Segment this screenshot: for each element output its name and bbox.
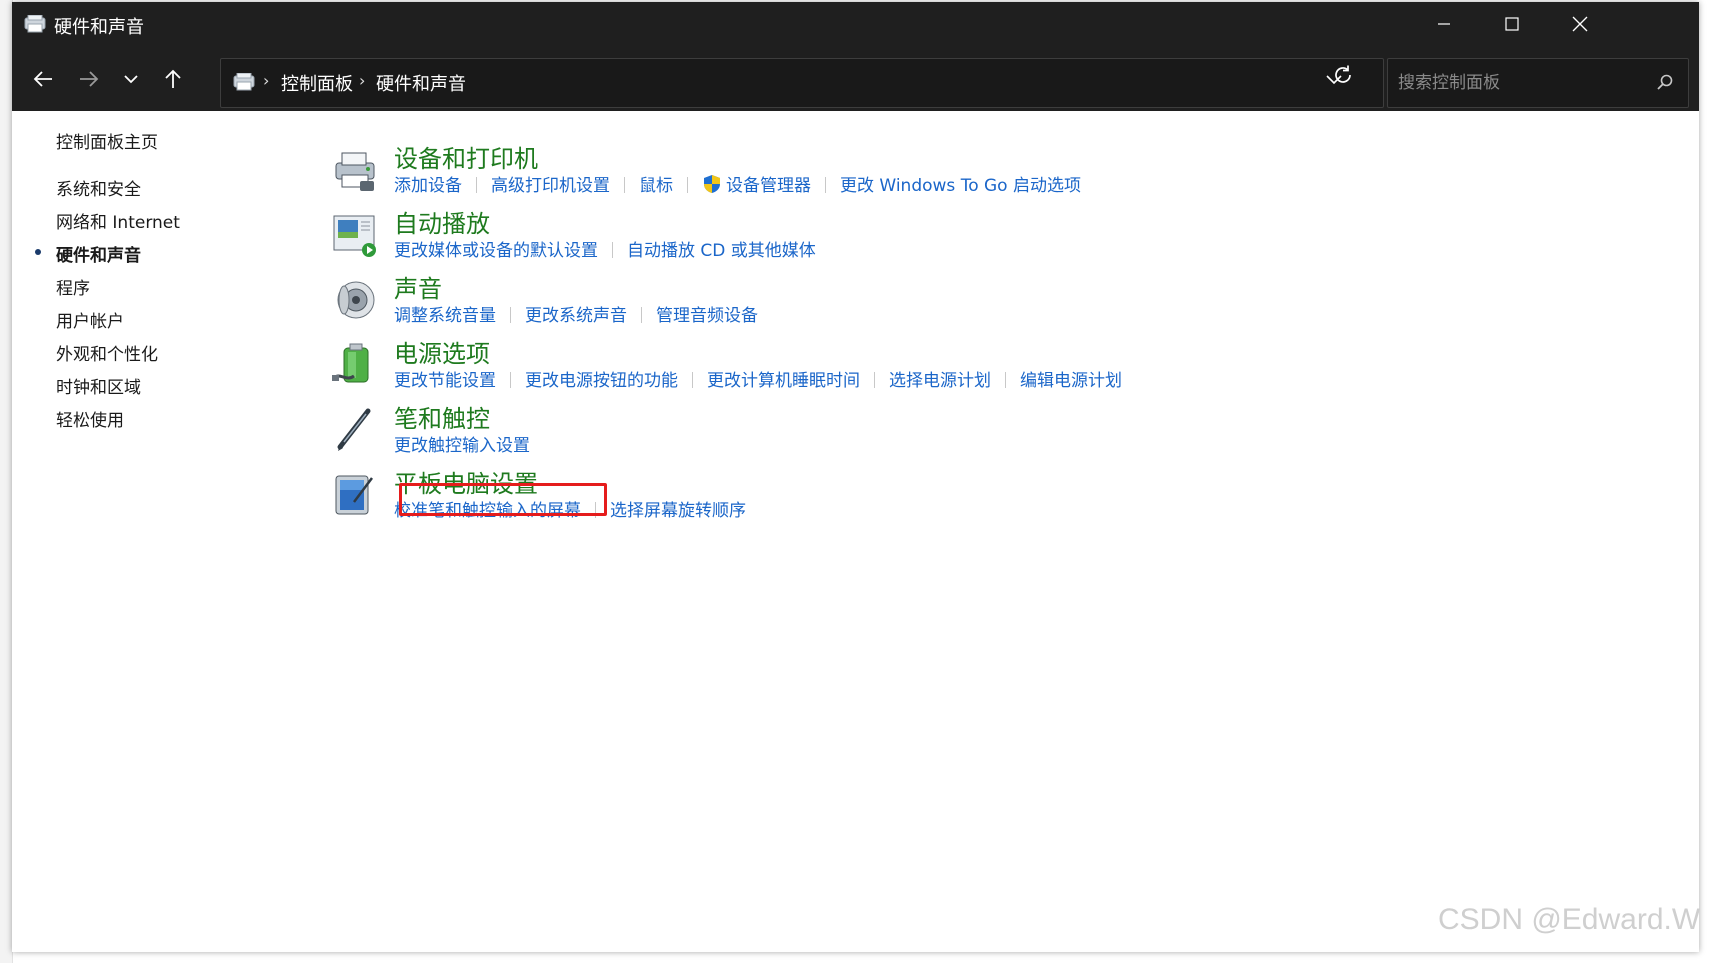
current-page-bullet <box>35 249 41 255</box>
battery-icon <box>332 342 378 388</box>
edit-power-plan-link[interactable]: 编辑电源计划 <box>1020 366 1122 391</box>
tablet-icon <box>332 472 378 518</box>
category-title[interactable]: 自动播放 <box>394 204 490 239</box>
navigation-bar: › 控制面板 › 硬件和声音 <box>12 46 1699 111</box>
link-divider <box>687 177 688 193</box>
close-button[interactable] <box>1546 2 1614 46</box>
minimize-button[interactable] <box>1410 2 1478 46</box>
advanced-printer-setup-link[interactable]: 高级打印机设置 <box>491 171 610 196</box>
breadcrumb-control-panel[interactable]: 控制面板 <box>281 70 353 96</box>
sidebar-item-programs[interactable]: 程序 <box>56 274 90 299</box>
link-divider <box>510 307 511 323</box>
search-input[interactable] <box>1396 69 1640 97</box>
uac-shield-icon <box>704 175 720 193</box>
arrow-left-icon <box>33 71 52 87</box>
category-links: 更改媒体或设备的默认设置 自动播放 CD 或其他媒体 <box>394 236 816 261</box>
arrow-right-icon <box>80 71 99 87</box>
search-icon <box>1656 73 1674 95</box>
link-divider <box>692 372 693 388</box>
change-system-sounds-link[interactable]: 更改系统声音 <box>525 301 627 326</box>
chevron-right-icon: › <box>263 71 270 90</box>
autoplay-cd-link[interactable]: 自动播放 CD 或其他媒体 <box>627 236 816 261</box>
printer-icon <box>332 147 378 193</box>
screen-rotation-order-link[interactable]: 选择屏幕旋转顺序 <box>610 496 746 521</box>
close-icon <box>1572 16 1588 32</box>
link-divider <box>476 177 477 193</box>
category-links: 调整系统音量 更改系统声音 管理音频设备 <box>394 301 758 326</box>
control-panel-icon <box>233 72 255 95</box>
sidebar-item-clock-region[interactable]: 时钟和区域 <box>56 373 141 398</box>
device-manager-link[interactable]: 设备管理器 <box>702 171 811 196</box>
chevron-right-icon: › <box>359 71 366 90</box>
sidebar-item-user-accounts[interactable]: 用户帐户 <box>56 307 124 332</box>
chevron-down-icon <box>124 75 138 84</box>
control-panel-window: 硬件和声音 › 控制面板 › 硬件和声音 搜索控制面板 控制面板主页 系统和安全… <box>12 2 1699 952</box>
category-title[interactable]: 电源选项 <box>394 334 490 369</box>
address-bar[interactable]: › 控制面板 › 硬件和声音 <box>220 58 1384 108</box>
sidebar-item-home[interactable]: 控制面板主页 <box>56 128 158 153</box>
category-links: 更改节能设置 更改电源按钮的功能 更改计算机睡眠时间 选择电源计划 编辑电源计划 <box>394 366 1122 391</box>
link-divider <box>641 307 642 323</box>
sidebar-item-label: 硬件和声音 <box>56 246 141 266</box>
highlight-annotation <box>399 483 607 516</box>
device-manager-label: 设备管理器 <box>726 176 811 196</box>
up-button[interactable] <box>156 64 190 94</box>
link-divider <box>825 177 826 193</box>
minimize-icon <box>1438 23 1450 25</box>
category-links: 添加设备 高级打印机设置 鼠标 设备管理器 更改 Windows To Go 启动选项 <box>394 171 1081 196</box>
adjust-volume-link[interactable]: 调整系统音量 <box>394 301 496 326</box>
maximize-icon <box>1505 17 1519 31</box>
autoplay-icon <box>332 212 378 258</box>
category-links: 更改触控输入设置 <box>394 431 530 456</box>
refresh-icon <box>1335 65 1351 83</box>
mouse-link[interactable]: 鼠标 <box>639 171 673 196</box>
power-saving-settings-link[interactable]: 更改节能设置 <box>394 366 496 391</box>
search-box[interactable] <box>1387 58 1689 108</box>
sidebar-item-network[interactable]: 网络和 Internet <box>56 208 180 233</box>
pen-icon <box>332 407 378 453</box>
power-button-function-link[interactable]: 更改电源按钮的功能 <box>525 366 678 391</box>
breadcrumb-hardware-sound[interactable]: 硬件和声音 <box>376 70 466 96</box>
link-divider <box>612 242 613 258</box>
title-bar: 硬件和声音 <box>12 2 1699 46</box>
link-divider <box>624 177 625 193</box>
sidebar-item-hardware-sound[interactable]: 硬件和声音 <box>35 241 141 266</box>
category-title[interactable]: 笔和触控 <box>394 399 490 434</box>
window-title: 硬件和声音 <box>54 17 144 38</box>
watermark-text: CSDN @Edward.W <box>1438 903 1701 936</box>
forward-button[interactable] <box>72 64 106 94</box>
choose-power-plan-link[interactable]: 选择电源计划 <box>889 366 991 391</box>
link-divider <box>510 372 511 388</box>
manage-audio-devices-link[interactable]: 管理音频设备 <box>656 301 758 326</box>
recent-locations-button[interactable] <box>114 64 148 94</box>
sleep-time-link[interactable]: 更改计算机睡眠时间 <box>707 366 860 391</box>
maximize-button[interactable] <box>1478 2 1546 46</box>
add-device-link[interactable]: 添加设备 <box>394 171 462 196</box>
touch-input-settings-link[interactable]: 更改触控输入设置 <box>394 431 530 456</box>
arrow-up-icon <box>165 69 181 88</box>
sidebar-item-system-security[interactable]: 系统和安全 <box>56 175 141 200</box>
refresh-button[interactable] <box>1332 64 1354 90</box>
media-default-settings-link[interactable]: 更改媒体或设备的默认设置 <box>394 236 598 261</box>
back-button[interactable] <box>26 64 60 94</box>
windows-to-go-link[interactable]: 更改 Windows To Go 启动选项 <box>840 171 1081 196</box>
sidebar-item-appearance[interactable]: 外观和个性化 <box>56 340 158 365</box>
link-divider <box>874 372 875 388</box>
category-title[interactable]: 声音 <box>394 269 442 304</box>
sidebar-item-ease-of-access[interactable]: 轻松使用 <box>56 406 124 431</box>
control-panel-icon <box>24 14 46 37</box>
link-divider <box>1005 372 1006 388</box>
speaker-icon <box>332 277 378 323</box>
category-title[interactable]: 设备和打印机 <box>394 139 538 174</box>
